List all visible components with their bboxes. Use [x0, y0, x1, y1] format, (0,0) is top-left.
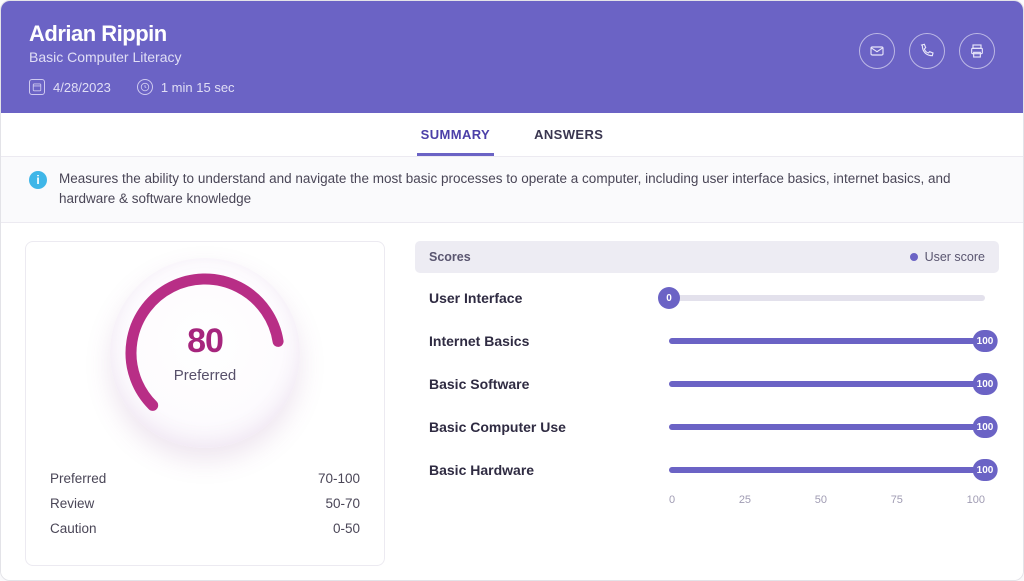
- gauge-card: 80 Preferred Preferred 70-100 Review 50-…: [25, 241, 385, 566]
- bar-fill: [669, 424, 985, 430]
- print-icon: [969, 43, 985, 59]
- meta-duration: 1 min 15 sec: [137, 79, 235, 95]
- score-label: Basic Hardware: [429, 462, 669, 478]
- tab-answers[interactable]: ANSWERS: [530, 113, 607, 156]
- axis-tick: 25: [739, 494, 751, 506]
- bar-fill: [669, 467, 985, 473]
- gauge-label: Preferred: [174, 367, 237, 384]
- phone-icon: [919, 43, 935, 59]
- legend-label: Preferred: [50, 471, 106, 486]
- score-bar: 100: [669, 424, 985, 430]
- bar-knob: 100: [973, 416, 998, 438]
- body: 80 Preferred Preferred 70-100 Review 50-…: [1, 223, 1023, 580]
- axis-tick: 75: [891, 494, 903, 506]
- score-row: User Interface0: [415, 273, 999, 316]
- axis-tick: 50: [815, 494, 827, 506]
- bar-track: 100: [669, 338, 985, 344]
- score-axis: 0 25 50 75 100: [669, 494, 985, 506]
- bar-track: 100: [669, 467, 985, 473]
- report-header: Adrian Rippin Basic Computer Literacy 4/…: [1, 1, 1023, 113]
- bar-fill: [669, 338, 985, 344]
- tabs: SUMMARY ANSWERS: [1, 113, 1023, 157]
- clock-icon: [137, 79, 153, 95]
- bar-knob: 100: [973, 373, 998, 395]
- bar-knob: 0: [658, 287, 680, 309]
- scores-legend: User score: [910, 250, 985, 264]
- bar-track: 100: [669, 424, 985, 430]
- tab-summary[interactable]: SUMMARY: [417, 113, 494, 156]
- legend-text: User score: [925, 250, 985, 264]
- candidate-name: Adrian Rippin: [29, 21, 995, 47]
- legend-label: Caution: [50, 521, 97, 536]
- score-row: Basic Computer Use100: [415, 402, 999, 445]
- score-row: Basic Hardware100: [415, 445, 999, 488]
- bar-knob: 100: [973, 459, 998, 481]
- bar-knob: 100: [973, 330, 998, 352]
- gauge-legend: Preferred 70-100 Review 50-70 Caution 0-…: [50, 466, 360, 541]
- bar-fill: [669, 381, 985, 387]
- legend-range: 70-100: [318, 471, 360, 486]
- bar-track: 0: [669, 295, 985, 301]
- meta-date: 4/28/2023: [29, 79, 111, 95]
- course-title: Basic Computer Literacy: [29, 49, 995, 65]
- scores-title: Scores: [429, 250, 471, 264]
- score-bar: 100: [669, 338, 985, 344]
- score-bar: 0: [669, 295, 985, 301]
- score-bar: 100: [669, 381, 985, 387]
- score-row: Internet Basics100: [415, 316, 999, 359]
- axis-tick: 0: [669, 494, 675, 506]
- legend-row: Review 50-70: [50, 491, 360, 516]
- axis-tick: 100: [967, 494, 985, 506]
- scores-header: Scores User score: [415, 241, 999, 273]
- date-value: 4/28/2023: [53, 80, 111, 95]
- legend-row: Caution 0-50: [50, 516, 360, 541]
- calendar-icon: [29, 79, 45, 95]
- gauge-center: 80 Preferred: [174, 322, 237, 384]
- score-label: Internet Basics: [429, 333, 669, 349]
- gauge: 80 Preferred: [110, 258, 300, 448]
- scores-panel: Scores User score User Interface0Interne…: [415, 241, 999, 566]
- info-strip: i Measures the ability to understand and…: [1, 157, 1023, 223]
- legend-dot-icon: [910, 253, 918, 261]
- header-actions: [859, 33, 995, 69]
- call-button[interactable]: [909, 33, 945, 69]
- gauge-value: 80: [174, 322, 237, 361]
- legend-range: 50-70: [325, 496, 360, 511]
- duration-value: 1 min 15 sec: [161, 80, 235, 95]
- score-rows: User Interface0Internet Basics100Basic S…: [415, 273, 999, 488]
- score-bar: 100: [669, 467, 985, 473]
- print-button[interactable]: [959, 33, 995, 69]
- email-button[interactable]: [859, 33, 895, 69]
- info-text: Measures the ability to understand and n…: [59, 169, 995, 208]
- score-label: Basic Computer Use: [429, 419, 669, 435]
- legend-label: Review: [50, 496, 94, 511]
- meta-row: 4/28/2023 1 min 15 sec: [29, 79, 995, 95]
- score-row: Basic Software100: [415, 359, 999, 402]
- score-label: Basic Software: [429, 376, 669, 392]
- info-icon: i: [29, 171, 47, 189]
- legend-range: 0-50: [333, 521, 360, 536]
- score-label: User Interface: [429, 290, 669, 306]
- mail-icon: [869, 43, 885, 59]
- legend-row: Preferred 70-100: [50, 466, 360, 491]
- report-root: Adrian Rippin Basic Computer Literacy 4/…: [0, 0, 1024, 581]
- bar-track: 100: [669, 381, 985, 387]
